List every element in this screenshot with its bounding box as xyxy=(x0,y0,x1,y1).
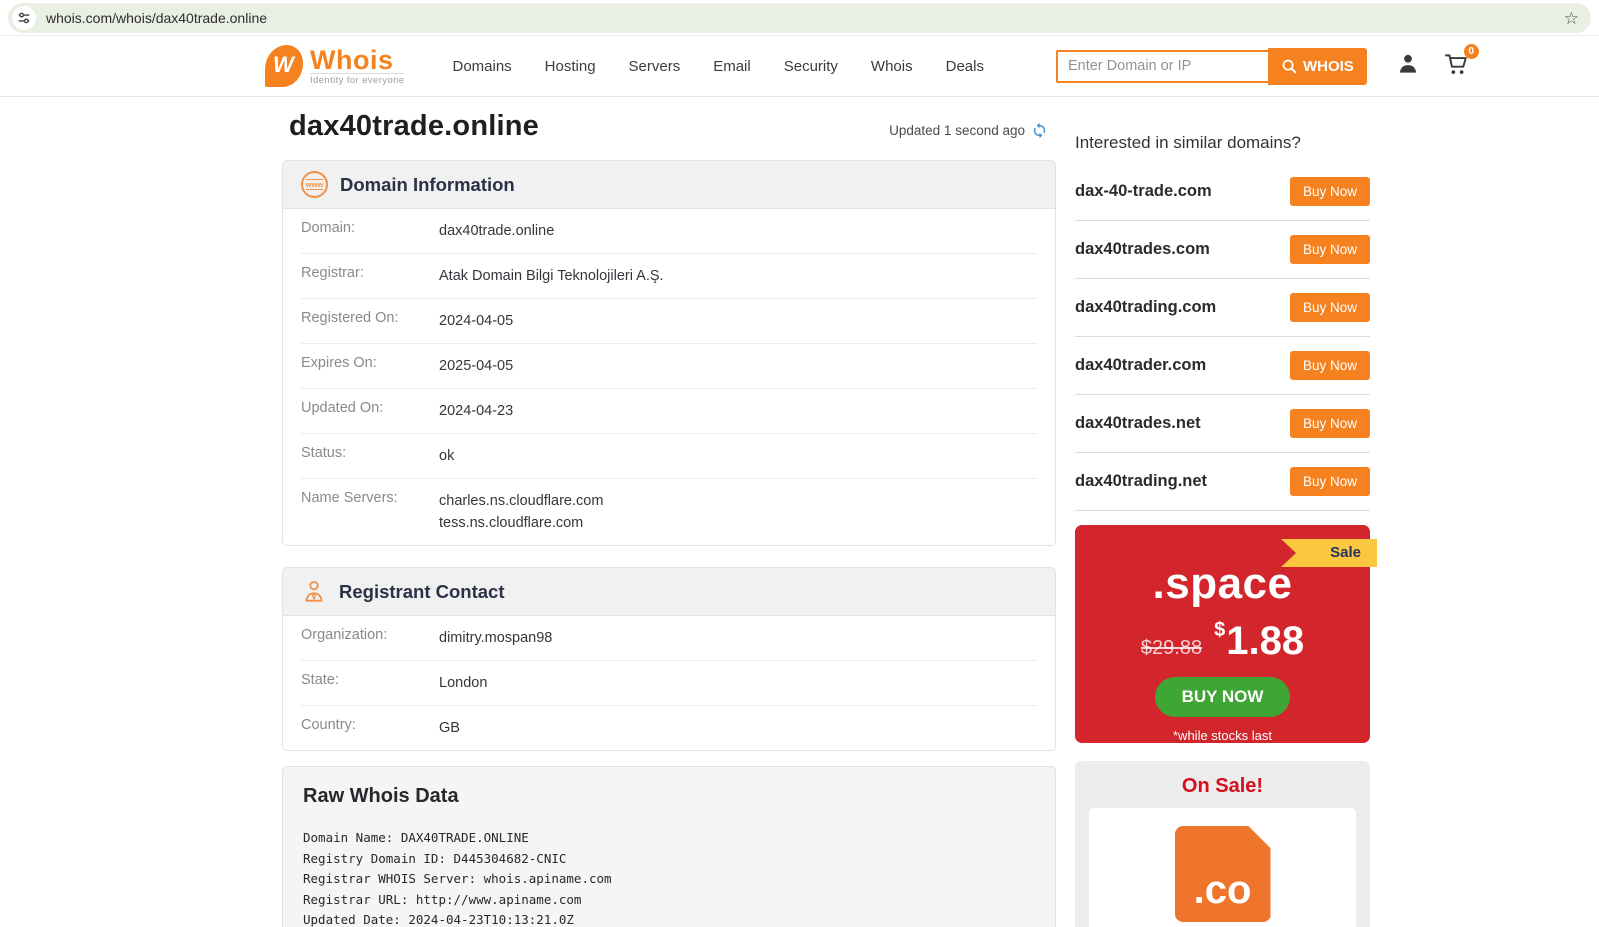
similar-domains-sidebar: Interested in similar domains? dax-40-tr… xyxy=(1075,133,1377,927)
logo-name: Whois xyxy=(310,44,394,75)
buy-now-button[interactable]: Buy Now xyxy=(1289,293,1370,322)
similar-domain-row: dax40trades.net Buy Now xyxy=(1075,395,1370,453)
buy-now-button[interactable]: Buy Now xyxy=(1289,467,1370,496)
raw-whois-text: Domain Name: DAX40TRADE.ONLINE Registry … xyxy=(303,830,612,927)
info-row-name-servers: Name Servers: charles.ns.cloudflare.com … xyxy=(301,479,1037,545)
nav-domains[interactable]: Domains xyxy=(452,58,511,75)
space-buy-now-button[interactable]: BUY NOW xyxy=(1154,677,1291,717)
main-nav: Domains Hosting Servers Email Security W… xyxy=(452,58,983,75)
logo-tagline: Identity for everyone xyxy=(310,72,405,86)
domain-search-input[interactable] xyxy=(1055,49,1268,83)
browser-toolbar: whois.com/whois/dax40trade.online ☆ xyxy=(0,0,1599,36)
cart-count-badge: 0 xyxy=(1463,43,1479,59)
whois-result-column: dax40trade.online Updated 1 second ago w… xyxy=(282,110,1056,927)
info-row-domain: Domain: dax40trade.online xyxy=(301,209,1037,254)
info-row-status: Status: ok xyxy=(301,434,1037,479)
similar-domain-name: dax-40-trade.com xyxy=(1075,182,1212,200)
co-sale-card[interactable]: On Sale! .co CO @ $3.88 $23.88 xyxy=(1075,761,1370,927)
similar-domain-row: dax-40-trade.com Buy Now xyxy=(1075,163,1370,221)
similar-domain-name: dax40trades.com xyxy=(1075,240,1210,258)
name-server-2: tess.ns.cloudflare.com xyxy=(439,515,584,531)
site-settings-icon[interactable] xyxy=(12,6,36,30)
buy-now-button[interactable]: Buy Now xyxy=(1289,409,1370,438)
info-row-registered-on: Registered On: 2024-04-05 xyxy=(301,299,1037,344)
name-server-1: charles.ns.cloudflare.com xyxy=(439,493,604,509)
search-icon xyxy=(1282,59,1297,74)
raw-whois-title: Raw Whois Data xyxy=(303,785,459,807)
info-row-organization: Organization: dimitry.mospan98 xyxy=(301,616,1037,661)
nav-security[interactable]: Security xyxy=(784,58,838,75)
buy-now-button[interactable]: Buy Now xyxy=(1289,235,1370,264)
on-sale-heading: On Sale! xyxy=(1181,775,1264,797)
info-row-expires-on: Expires On: 2025-04-05 xyxy=(301,344,1037,389)
nav-email[interactable]: Email xyxy=(713,58,751,75)
similar-domain-name: dax40trader.com xyxy=(1075,356,1207,374)
nav-hosting[interactable]: Hosting xyxy=(545,58,596,75)
account-icon[interactable] xyxy=(1395,51,1421,82)
co-logo-icon: .co xyxy=(1174,826,1271,922)
buy-now-button[interactable]: Buy Now xyxy=(1289,177,1370,206)
similar-domain-row: dax40trades.com Buy Now xyxy=(1075,221,1370,279)
address-bar[interactable]: whois.com/whois/dax40trade.online ☆ xyxy=(8,3,1591,33)
domain-search: WHOIS xyxy=(1055,47,1367,85)
nav-deals[interactable]: Deals xyxy=(946,58,984,75)
nav-whois[interactable]: Whois xyxy=(871,58,913,75)
person-icon xyxy=(301,578,327,605)
updated-status: Updated 1 second ago xyxy=(889,122,1048,143)
similar-domain-row: dax40trading.com Buy Now xyxy=(1075,279,1370,337)
similar-domains-heading: Interested in similar domains? xyxy=(1075,133,1301,152)
cart-icon[interactable]: 0 xyxy=(1443,43,1479,82)
co-offer-inner: .co CO @ $3.88 $23.88 xyxy=(1089,808,1356,927)
nav-servers[interactable]: Servers xyxy=(629,58,681,75)
space-new-price: $1.88 xyxy=(1214,619,1305,663)
info-row-updated-on: Updated On: 2024-04-23 xyxy=(301,389,1037,434)
whois-search-button[interactable]: WHOIS xyxy=(1267,47,1367,85)
whois-logo[interactable]: W Whois Identity for everyone xyxy=(265,44,405,87)
whois-logo-icon: W xyxy=(265,45,303,87)
similar-domain-name: dax40trading.com xyxy=(1075,298,1217,316)
similar-domain-row: dax40trading.net Buy Now xyxy=(1075,453,1370,511)
bookmark-star-icon[interactable]: ☆ xyxy=(1564,10,1579,27)
info-row-registrar: Registrar: Atak Domain Bilgi Teknolojile… xyxy=(301,254,1037,299)
registrant-contact-title: Registrant Contact xyxy=(339,580,505,602)
raw-whois-panel: Raw Whois Data Domain Name: DAX40TRADE.O… xyxy=(282,766,1056,927)
page-title: dax40trade.online xyxy=(289,110,539,142)
space-tld: .space xyxy=(1152,559,1293,608)
domain-information-panel: www Domain Information Domain: dax40trad… xyxy=(282,160,1056,546)
url-text[interactable]: whois.com/whois/dax40trade.online xyxy=(46,10,1564,26)
similar-domain-name: dax40trades.net xyxy=(1075,414,1201,432)
similar-domain-row: dax40trader.com Buy Now xyxy=(1075,337,1370,395)
info-row-state: State: London xyxy=(301,661,1037,706)
info-row-country: Country: GB xyxy=(301,717,460,736)
registrant-contact-panel: Registrant Contact Organization: dimitry… xyxy=(282,567,1056,751)
site-header: W Whois Identity for everyone Domains Ho… xyxy=(0,36,1599,97)
domain-information-title: Domain Information xyxy=(340,173,515,195)
space-stock-note: *while stocks last xyxy=(1173,728,1272,743)
similar-domain-name: dax40trading.net xyxy=(1075,472,1208,490)
tune-icon xyxy=(18,12,30,24)
refresh-icon[interactable] xyxy=(1031,122,1048,139)
buy-now-button[interactable]: Buy Now xyxy=(1289,351,1370,380)
globe-www-icon: www xyxy=(301,171,328,198)
space-sale-card[interactable]: Sale .space $29.88 $1.88 BUY NOW *while … xyxy=(1075,525,1377,743)
space-old-price: $29.88 xyxy=(1140,637,1203,659)
